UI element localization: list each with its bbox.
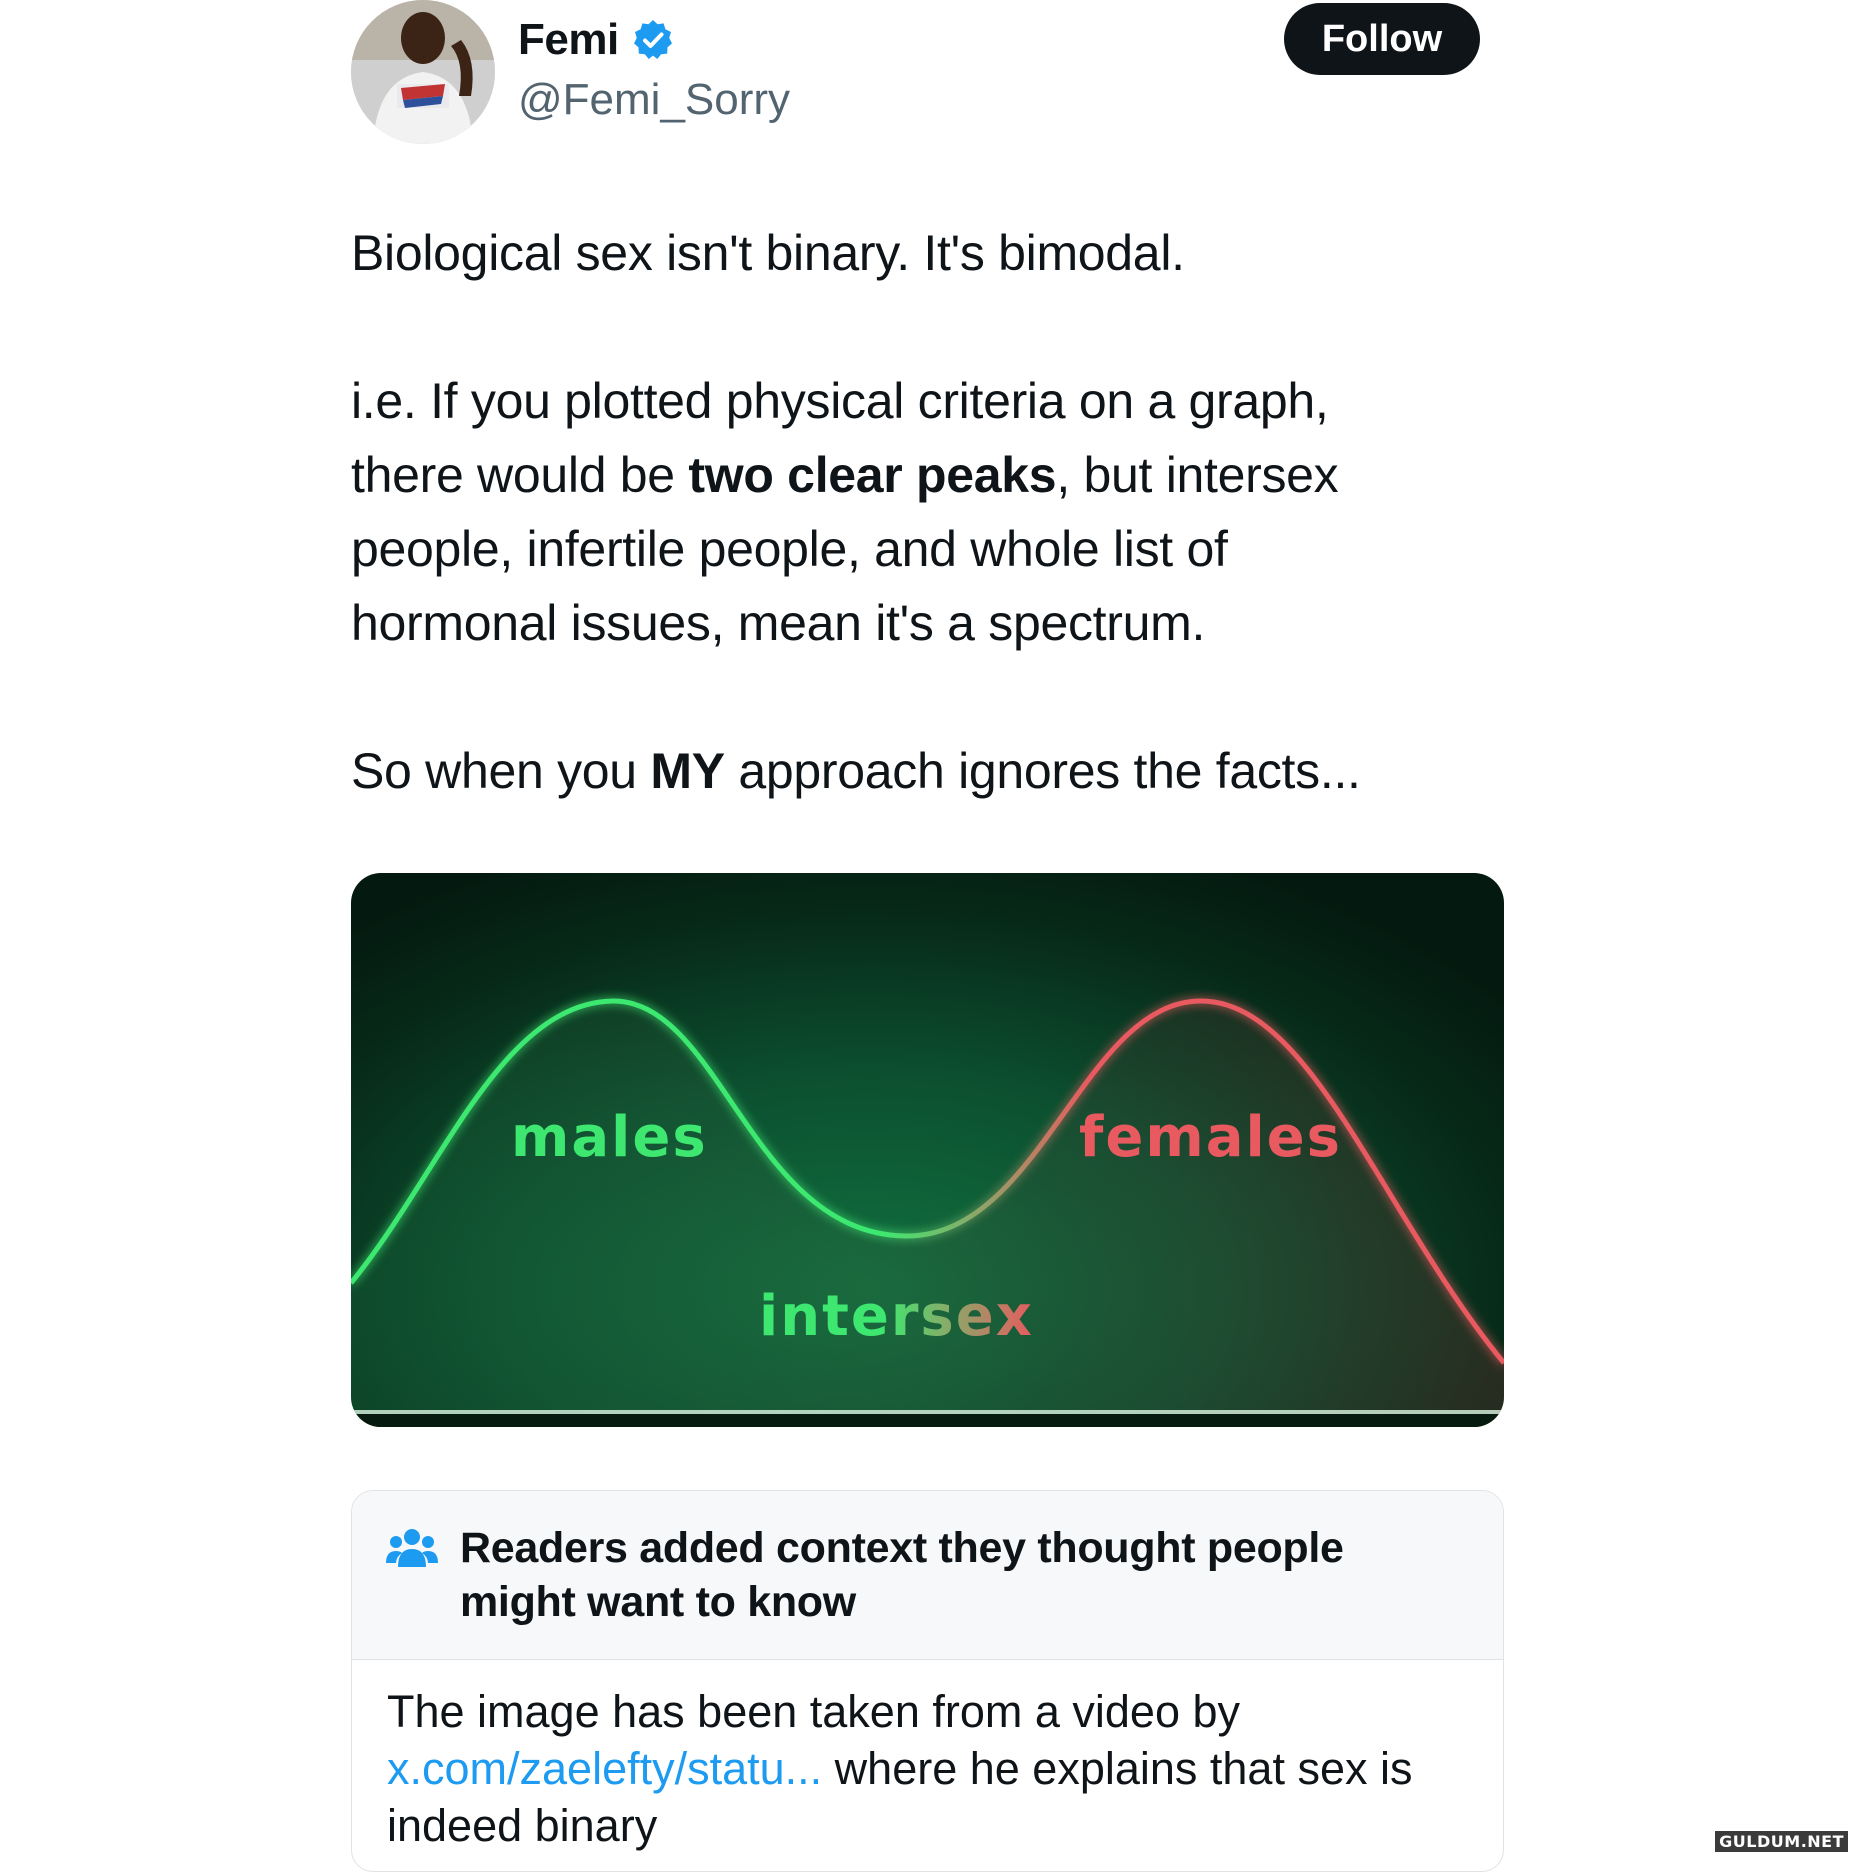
watermark: GULDUM.NET	[1715, 1831, 1848, 1852]
label-males: males	[511, 1105, 708, 1170]
community-note-title: Readers added context they thought peopl…	[460, 1524, 1344, 1626]
curve-fill-area	[351, 1001, 1504, 1427]
paragraph-spacer	[351, 660, 1491, 734]
tweet-line: So when you MY approach ignores the fact…	[351, 734, 1491, 808]
tweet-line: people, infertile people, and whole list…	[351, 521, 1228, 577]
community-note[interactable]: Readers added context they thought peopl…	[351, 1490, 1504, 1872]
tweet-text: Biological sex isn't binary. It's bimoda…	[351, 216, 1491, 808]
tweet-image[interactable]: males females intersex	[351, 873, 1504, 1427]
tweet-bold-text: MY	[650, 743, 725, 799]
note-link[interactable]: x.com/zaelefty/statu...	[387, 1743, 822, 1794]
label-females: females	[1079, 1105, 1342, 1170]
author-name[interactable]: Femi	[518, 12, 675, 68]
verified-badge-icon	[633, 20, 672, 59]
label-intersex: intersex	[759, 1284, 1034, 1349]
tweet-bold-text: two clear peaks	[688, 447, 1057, 503]
community-note-header: Readers added context they thought peopl…	[352, 1491, 1503, 1660]
display-name-text: Femi	[518, 15, 619, 64]
paragraph-spacer	[351, 290, 1491, 364]
bimodal-curve-illustration: males females intersex	[351, 998, 1504, 1427]
follow-button[interactable]: Follow	[1284, 3, 1480, 75]
people-icon	[386, 1529, 438, 1567]
community-note-body: The image has been taken from a video by…	[387, 1683, 1477, 1854]
author-handle[interactable]: @Femi_Sorry	[518, 72, 790, 128]
tweet-line: Biological sex isn't binary. It's bimoda…	[351, 225, 1185, 281]
tweet-line: i.e. If you plotted physical criteria on…	[351, 373, 1329, 429]
tweet-line: hormonal issues, mean it's a spectrum.	[351, 595, 1206, 651]
note-text: The image has been taken from a video by	[387, 1686, 1241, 1737]
tweet-line: there would be two clear peaks, but inte…	[351, 438, 1491, 512]
tweet-text-span: So when you	[351, 743, 651, 799]
avatar[interactable]	[351, 0, 495, 144]
tweet-text-span: there would be	[351, 447, 689, 503]
avatar-photo	[351, 0, 495, 144]
tweet-text-span: approach ignores the facts...	[724, 743, 1361, 799]
baseline	[351, 1410, 1504, 1414]
tweet-text-span: , but intersex	[1056, 447, 1339, 503]
